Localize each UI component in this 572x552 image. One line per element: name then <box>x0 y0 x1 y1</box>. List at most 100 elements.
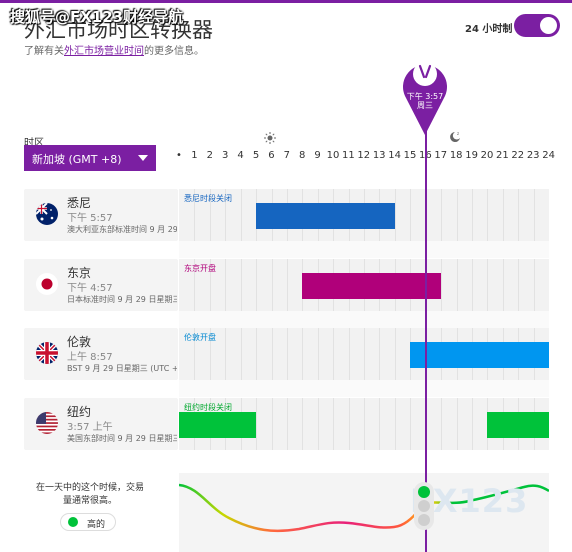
lane-gridline <box>410 189 411 241</box>
hour-label: 10 <box>326 150 340 161</box>
market-hours-link[interactable]: 外汇市场营业时间 <box>64 46 144 57</box>
current-day: 周三 <box>417 101 433 110</box>
hour-label: 17 <box>434 150 448 161</box>
hour-label: 24 <box>542 150 555 161</box>
hour-label: 18 <box>449 150 463 161</box>
lane-gridline <box>256 259 257 311</box>
market-session-lane: 纽约时段关闭 <box>179 398 549 450</box>
lane-gridline <box>302 328 303 380</box>
volume-level-dot <box>68 517 78 527</box>
market-session-bar[interactable] <box>256 203 395 229</box>
lane-gridline <box>318 398 319 450</box>
market-card: 伦敦 上午 8:57 BST 9 月 29 日星期三 (UTC +1) <box>24 328 178 380</box>
lane-gridline <box>395 328 396 380</box>
lane-gridline <box>272 398 273 450</box>
hour-label: 23 <box>526 150 540 161</box>
hour-label: 11 <box>342 150 355 161</box>
market-session-bar[interactable] <box>410 342 549 368</box>
lane-gridline <box>287 398 288 450</box>
lane-gridline <box>503 259 504 311</box>
lane-gridline <box>441 398 442 450</box>
australia-flag-icon <box>36 203 58 225</box>
lane-separator <box>179 311 549 328</box>
volume-description: 在一天中的这个时候，交易 量通常很高。 <box>24 482 156 508</box>
volume-text-line-2: 量通常很高。 <box>62 496 117 506</box>
lane-gridline <box>503 189 504 241</box>
page-subtitle: 了解有关外汇市场营业时间的更多信息。 <box>24 42 204 57</box>
source-watermark: 搜狐号@FX123财经导航 <box>10 8 184 26</box>
indicator-light-bottom <box>418 514 430 526</box>
market-timezone-note: 澳大利亚东部标准时间 9 月 29 日星期三 <box>67 225 177 234</box>
lane-gridline <box>472 189 473 241</box>
lane-gridline <box>225 259 226 311</box>
subtitle-suffix: 的更多信息。 <box>144 46 204 57</box>
market-session-lane: 伦敦开盘 <box>179 328 549 380</box>
lane-gridline <box>534 189 535 241</box>
hour-label: 7 <box>283 150 290 161</box>
lane-gridline <box>379 328 380 380</box>
hour-label: 9 <box>314 150 321 161</box>
hour-label: 21 <box>496 150 509 161</box>
market-session-lane: 东京开盘 <box>179 259 549 311</box>
lane-gridline <box>287 328 288 380</box>
indicator-light-green <box>418 486 430 498</box>
lane-gridline <box>302 398 303 450</box>
current-time: 下午 3:57 <box>406 92 444 101</box>
lane-gridline <box>441 189 442 241</box>
lane-gridline <box>395 398 396 450</box>
lane-gridline <box>487 189 488 241</box>
hour-label: 15 <box>403 150 417 161</box>
market-session-bar[interactable] <box>487 412 549 438</box>
subtitle-prefix: 了解有关 <box>24 46 64 57</box>
market-timezone-note: BST 9 月 29 日星期三 (UTC +1) <box>67 364 177 373</box>
hour-label: 1 <box>191 150 198 161</box>
lane-gridline <box>256 398 257 450</box>
lane-separator <box>179 241 549 258</box>
lane-gridline <box>518 259 519 311</box>
volume-text-line-1: 在一天中的这个时候，交易 <box>35 483 144 493</box>
lane-gridline <box>487 259 488 311</box>
lane-separator <box>179 380 549 397</box>
hour-label: • <box>176 150 182 161</box>
hour-label: 5 <box>252 150 260 161</box>
market-session-bar[interactable] <box>179 412 257 438</box>
market-local-time: 3:57 上午 <box>67 422 113 433</box>
market-session-bar[interactable] <box>302 273 442 299</box>
hour-label: 20 <box>480 150 494 161</box>
market-local-time: 下午 5:57 <box>67 213 113 224</box>
lane-gridline <box>472 398 473 450</box>
lane-gridline <box>457 398 458 450</box>
lane-gridline <box>457 189 458 241</box>
uk-flag-icon <box>36 342 58 364</box>
japan-flag-icon <box>36 273 58 295</box>
volume-level-badge: 高的 <box>60 513 116 531</box>
market-status: 伦敦开盘 <box>184 333 216 342</box>
hour-label: 12 <box>357 150 371 161</box>
hour-label: 22 <box>511 150 525 161</box>
market-local-time: 上午 8:57 <box>67 352 113 363</box>
lane-gridline <box>472 259 473 311</box>
indicator-light-middle <box>418 500 430 512</box>
usa-flag-icon <box>36 412 58 434</box>
lane-gridline <box>272 259 273 311</box>
market-status: 悉尼时段关闭 <box>184 194 232 203</box>
hour-label: 3 <box>222 150 229 161</box>
market-card: 悉尼下午 5:57澳大利亚东部标准时间 9 月 29 日星期三 <box>24 189 178 241</box>
lane-gridline <box>518 189 519 241</box>
lane-gridline <box>410 398 411 450</box>
market-session-lane: 悉尼时段关闭 <box>179 189 549 241</box>
lane-gridline <box>241 189 242 241</box>
top-accent-bar <box>0 0 572 3</box>
lane-gridline <box>395 189 396 241</box>
market-local-time: 下午 4:57 <box>67 283 113 294</box>
lane-gridline <box>364 398 365 450</box>
volume-indicator <box>414 482 434 530</box>
24h-toggle-label: 24 小时制 <box>465 24 513 35</box>
lane-gridline <box>241 328 242 380</box>
hour-label: 19 <box>465 150 478 161</box>
hour-label: 4 <box>237 150 244 161</box>
24h-toggle[interactable] <box>514 14 560 37</box>
hour-label: 6 <box>268 150 275 161</box>
svg-text:z: z <box>457 131 459 136</box>
market-card: 东京 下午 4:57 日本标准时间 9 月 29 日星期三 <box>24 259 178 311</box>
